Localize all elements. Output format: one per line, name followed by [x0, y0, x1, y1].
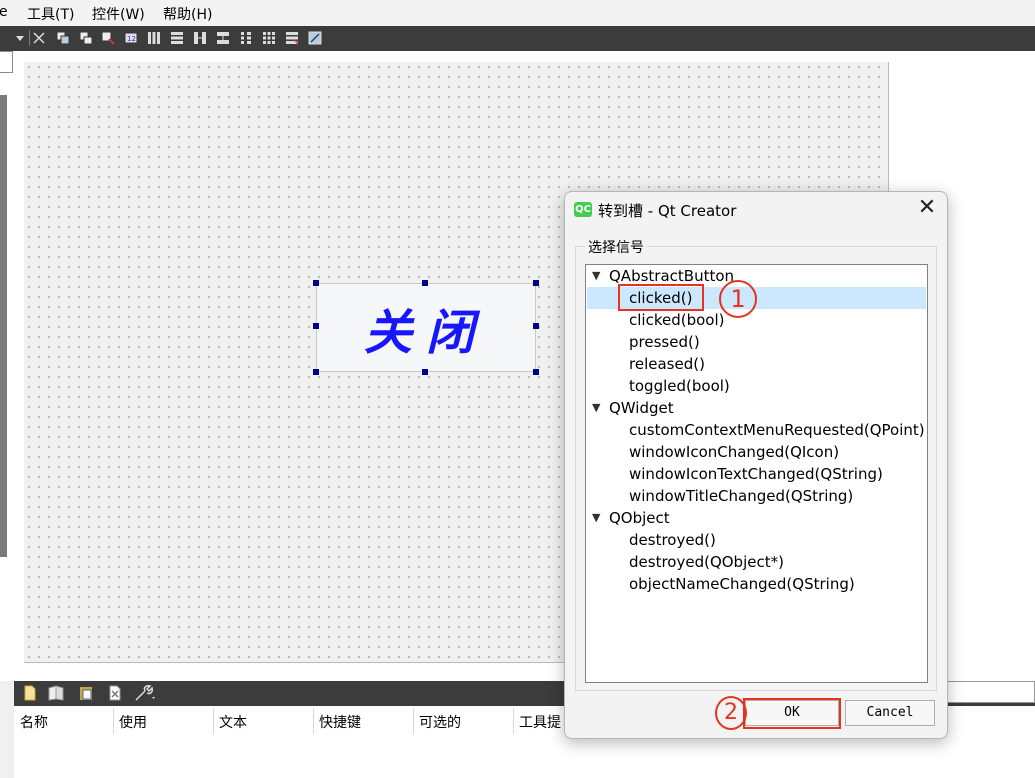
- menu-item-truncated[interactable]: e: [0, 4, 8, 20]
- menu-item-widgets[interactable]: 控件(W): [92, 4, 145, 24]
- column-header-tooltip[interactable]: 工具提: [519, 712, 561, 732]
- menu-bar: e 工具(T) 控件(W) 帮助(H): [0, 0, 1035, 26]
- layout-vertical-icon[interactable]: [170, 31, 184, 45]
- dropdown-arrow-icon[interactable]: [13, 31, 27, 45]
- tree-class-qobject[interactable]: QObject: [609, 507, 670, 529]
- tree-signal-window-title-changed[interactable]: windowTitleChanged(QString): [629, 485, 853, 507]
- qt-creator-logo-icon: QC: [574, 202, 592, 217]
- chevron-down-icon[interactable]: ▼: [592, 269, 600, 282]
- layout-horizontal-icon[interactable]: [147, 31, 161, 45]
- form-editor-toolbar: 12: [0, 26, 1035, 51]
- break-layout-grid-icon[interactable]: [285, 31, 299, 45]
- edit-signals-slots-icon[interactable]: [79, 31, 93, 45]
- delete-action-icon[interactable]: [108, 685, 122, 701]
- column-separator: [113, 708, 114, 734]
- tree-class-qwidget[interactable]: QWidget: [609, 397, 674, 419]
- tree-signal-pressed[interactable]: pressed(): [629, 331, 700, 353]
- left-scrollbar[interactable]: [0, 95, 7, 557]
- edit-buddies-icon[interactable]: [101, 31, 115, 45]
- column-separator: [213, 708, 214, 734]
- resize-handle-bottom-right[interactable]: [533, 369, 539, 375]
- paste-action-icon[interactable]: [78, 685, 94, 701]
- edit-widgets-icon[interactable]: [56, 31, 70, 45]
- tree-signal-toggled-bool[interactable]: toggled(bool): [629, 375, 730, 397]
- menu-item-help[interactable]: 帮助(H): [163, 4, 212, 24]
- layout-grid-icon[interactable]: [262, 31, 276, 45]
- column-header-name[interactable]: 名称: [20, 712, 48, 732]
- resize-handle-right[interactable]: [533, 323, 539, 329]
- tree-signal-clicked-bool[interactable]: clicked(bool): [629, 309, 724, 331]
- copy-action-icon[interactable]: [48, 685, 64, 701]
- chevron-down-icon[interactable]: ▼: [592, 401, 600, 414]
- tree-signal-custom-context-menu[interactable]: customContextMenuRequested(QPoint): [629, 419, 925, 441]
- resize-handle-top[interactable]: [422, 280, 428, 286]
- tree-signal-destroyed[interactable]: destroyed(): [629, 529, 716, 551]
- tree-signal-destroyed-qobject[interactable]: destroyed(QObject*): [629, 551, 784, 573]
- adjust-size-icon[interactable]: [308, 31, 322, 45]
- break-layout-icon[interactable]: [32, 31, 46, 45]
- tree-signal-window-icon-changed[interactable]: windowIconChanged(QIcon): [629, 441, 839, 463]
- tree-signal-object-name-changed[interactable]: objectNameChanged(QString): [629, 573, 855, 595]
- edit-tab-order-icon[interactable]: 12: [124, 31, 138, 45]
- column-header-text[interactable]: 文本: [219, 712, 247, 732]
- column-separator: [513, 708, 514, 734]
- groupbox-title: 选择信号: [585, 237, 647, 257]
- right-panel-frame: [946, 681, 1035, 703]
- column-header-checkable[interactable]: 可选的: [419, 712, 461, 732]
- column-separator: [313, 708, 314, 734]
- resize-handle-top-left[interactable]: [313, 280, 319, 286]
- chevron-down-icon[interactable]: ▼: [592, 511, 600, 524]
- layout-horizontal-splitter-icon[interactable]: [193, 31, 207, 45]
- column-separator: [413, 708, 414, 734]
- menu-item-tools[interactable]: 工具(T): [27, 4, 74, 24]
- layout-form-icon[interactable]: [239, 31, 253, 45]
- annotation-highlight-ok: [743, 698, 841, 729]
- tree-signal-window-icon-text-changed[interactable]: windowIconTextChanged(QString): [629, 463, 883, 485]
- annotation-step-2: 2: [715, 696, 747, 730]
- layout-vertical-splitter-icon[interactable]: [216, 31, 230, 45]
- svg-text:12: 12: [127, 35, 136, 43]
- configure-action-icon[interactable]: [134, 684, 156, 702]
- cancel-button[interactable]: Cancel: [845, 700, 935, 726]
- tree-signal-released[interactable]: released(): [629, 353, 705, 375]
- toolbar-separator: [29, 30, 30, 46]
- dialog-title: 转到槽 - Qt Creator: [598, 202, 737, 220]
- close-button-label: 关闭: [363, 304, 488, 361]
- resize-handle-bottom-left[interactable]: [313, 369, 319, 375]
- column-header-used[interactable]: 使用: [119, 712, 147, 732]
- new-action-icon[interactable]: [23, 685, 37, 701]
- resize-handle-left[interactable]: [313, 323, 319, 329]
- left-filter-field[interactable]: [0, 51, 13, 73]
- annotation-highlight-clicked: [618, 284, 704, 311]
- column-header-shortcut[interactable]: 快捷键: [319, 712, 361, 732]
- resize-handle-bottom[interactable]: [422, 369, 428, 375]
- annotation-step-1: 1: [719, 280, 757, 318]
- close-icon[interactable]: ✕: [914, 197, 940, 221]
- resize-handle-top-right[interactable]: [533, 280, 539, 286]
